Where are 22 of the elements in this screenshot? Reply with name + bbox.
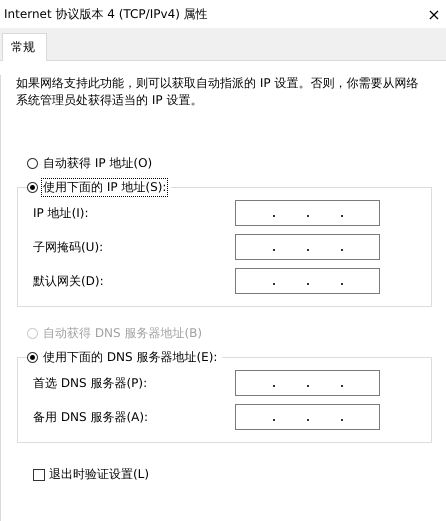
ip-address-field[interactable]: [235, 200, 380, 226]
ip-address-field[interactable]: [235, 370, 380, 396]
radio-button[interactable]: [27, 158, 38, 169]
field-label: IP 地址(I):: [33, 204, 89, 222]
field-label: 备用 DNS 服务器(A):: [33, 408, 148, 426]
window-title: Internet 协议版本 4 (TCP/IPv4) 属性: [4, 6, 208, 22]
tab[interactable]: 常规: [2, 33, 47, 61]
field-label: 默认网关(D):: [33, 272, 104, 290]
checkbox-label[interactable]: 退出时验证设置(L): [49, 466, 150, 483]
ip-address-field[interactable]: [235, 268, 380, 294]
radio-label[interactable]: 使用下面的 DNS 服务器地址(E):: [41, 348, 220, 367]
radio-label[interactable]: 自动获得 IP 地址(O): [41, 154, 154, 173]
field-label: 子网掩码(U):: [33, 238, 104, 256]
description-text: 如果网络支持此功能，则可以获取自动指派的 IP 设置。否则，你需要从网络系统管理员处获得适当的 IP 设置。: [16, 75, 420, 109]
ip-address-field[interactable]: [235, 404, 380, 430]
radio-button[interactable]: [27, 182, 38, 193]
close-button[interactable]: ×: [424, 4, 444, 24]
checkbox[interactable]: [33, 468, 45, 480]
radio-label[interactable]: 使用下面的 IP 地址(S):: [41, 178, 168, 197]
radio-button[interactable]: [27, 352, 38, 363]
ip-address-field[interactable]: [235, 234, 380, 260]
field-label: 首选 DNS 服务器(P):: [33, 374, 148, 392]
